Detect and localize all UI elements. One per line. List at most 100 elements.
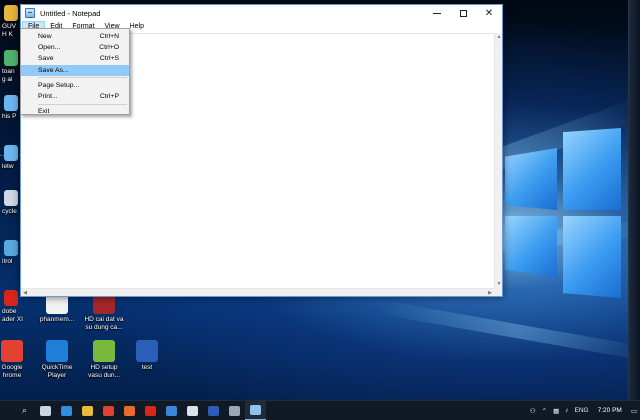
store-icon[interactable] [161,401,182,420]
close-button[interactable]: ✕ [476,5,502,21]
menu-item-save-as[interactable]: Save As... [21,64,129,76]
tray-people-icon[interactable]: ⚇ [527,407,539,415]
video-file-icon [93,340,115,362]
mail-icon[interactable] [182,401,203,420]
light-beam [378,300,640,363]
tray-overflow-icon[interactable]: ⌃ [539,407,550,415]
folder-icon [4,5,18,21]
menu-item-label: Open... [38,44,61,52]
desktop-icon-label: HD cai dat va su dung ca... [84,316,124,331]
resize-grip[interactable] [494,288,502,296]
document-icon [4,50,18,66]
chrome-icon-glyph [103,405,114,416]
menu-item-open[interactable]: Open... Ctrl+O [21,42,129,53]
menu-item-label: New [38,33,52,40]
menu-item-label: Save As... [38,66,69,74]
desktop-icon[interactable]: test [125,340,169,372]
word-document-icon [136,340,158,362]
desktop-icon-label: his P [2,113,17,120]
menu-item-shortcut: Ctrl+S [99,55,119,63]
desktop-icon-label: GUV H K [2,23,17,38]
mail-icon-glyph [187,405,198,416]
window-title: Untitled - Notepad [40,8,101,18]
edge-icon[interactable] [56,401,77,420]
desktop-icon[interactable]: Google hrome [0,340,34,379]
desktop-icon-label: phanmem... [39,316,75,323]
network-icon[interactable]: ▦ [550,407,562,415]
screen-edge-strip [628,0,640,400]
desktop-icon-label: test [141,364,153,371]
desktop-icon-label: toan g ai [2,68,15,83]
minimize-button[interactable] [424,5,450,21]
control-panel-icon [4,240,18,256]
desktop-icon[interactable]: HD setup vasu dun... [82,340,126,379]
file-explorer-icon-glyph [82,405,93,416]
quicktime-icon [46,340,68,362]
menu-item-shortcut: Ctrl+P [99,92,119,100]
menu-item-page-setup[interactable]: Page Setup... [21,80,129,91]
computer-icon [4,95,18,111]
opera-icon[interactable] [140,401,161,420]
menu-item-save[interactable]: Save Ctrl+S [21,53,129,64]
maximize-icon [459,9,467,17]
word-icon[interactable] [203,401,224,420]
menu-item-shortcut: Ctrl+N [99,33,119,40]
menu-item-print[interactable]: Print... Ctrl+P [21,91,129,102]
firefox-icon-glyph [124,405,135,416]
minimize-icon [433,12,441,14]
menu-separator [38,77,127,79]
desktop-icon-label: letw [2,163,14,170]
notepad-icon-glyph [250,404,261,415]
notifications-icon[interactable]: ▭ [628,407,640,415]
scroll-down-icon[interactable]: ▼ [496,281,502,287]
store-icon-glyph [166,405,177,416]
menu-item-label: Print... [38,92,58,100]
horizontal-scrollbar[interactable]: ◀ ▶ [21,288,494,296]
system-tray: ⚇ ⌃ ▦ ♪ ENG 7:20 PM ▭ [527,401,640,420]
notepad-icon[interactable] [245,400,266,420]
notepad-icon [25,8,35,18]
opera-icon-glyph [145,405,156,416]
firefox-icon[interactable] [119,401,140,420]
clock[interactable]: 7:20 PM [592,407,628,415]
task-view-icon-glyph [40,405,51,416]
snipping-tool-icon-glyph [229,405,240,416]
menu-item-label: Save [38,55,54,63]
adobe-reader-icon [4,290,18,306]
chrome-icon[interactable] [98,401,119,420]
file-explorer-icon[interactable] [77,401,98,420]
network-icon [4,145,18,161]
file-menu-dropdown: New Ctrl+N Open... Ctrl+O Save Ctrl+S Sa… [20,28,130,115]
menu-item-label: Exit [38,108,50,116]
volume-icon[interactable]: ♪ [562,407,571,414]
edge-icon-glyph [61,405,72,416]
desktop-icon-label: dobe ader XI [2,308,23,323]
desktop-icon[interactable]: HD cai dat va su dung ca... [82,292,126,331]
language-indicator[interactable]: ENG [572,407,592,414]
task-view-icon[interactable] [35,401,56,420]
desktop-icon-label: HD setup vasu dun... [88,364,120,379]
word-icon-glyph [208,405,219,416]
desktop-icon-label: itrol [2,258,13,265]
desktop-icon[interactable]: QuickTime Player [35,340,79,379]
menu-item-label: Page Setup... [38,81,80,89]
menu-item-shortcut: Ctrl+O [99,44,119,52]
vertical-scrollbar[interactable]: ▲ ▼ [494,33,502,288]
snipping-tool-icon[interactable] [224,401,245,420]
search-icon[interactable]: ⌕ [14,401,35,420]
windows-logo-wallpaper [503,128,621,298]
scroll-up-icon[interactable]: ▲ [496,34,502,40]
menu-item-exit[interactable]: Exit [21,106,129,117]
maximize-button[interactable] [450,5,476,21]
scroll-left-icon[interactable]: ◀ [22,290,28,296]
close-icon: ✕ [484,7,494,19]
menu-separator [38,103,127,105]
desktop-icon-label: QuickTime Player [41,364,73,379]
recycle-bin-icon [4,190,18,206]
desktop-icon-label: cycle [2,208,17,215]
title-bar[interactable]: Untitled - Notepad ✕ [21,5,502,21]
menu-item-new[interactable]: New Ctrl+N [21,31,129,42]
scroll-right-icon[interactable]: ▶ [487,290,493,296]
desktop-icon-label: Google hrome [1,364,23,379]
start-button[interactable] [0,401,14,420]
